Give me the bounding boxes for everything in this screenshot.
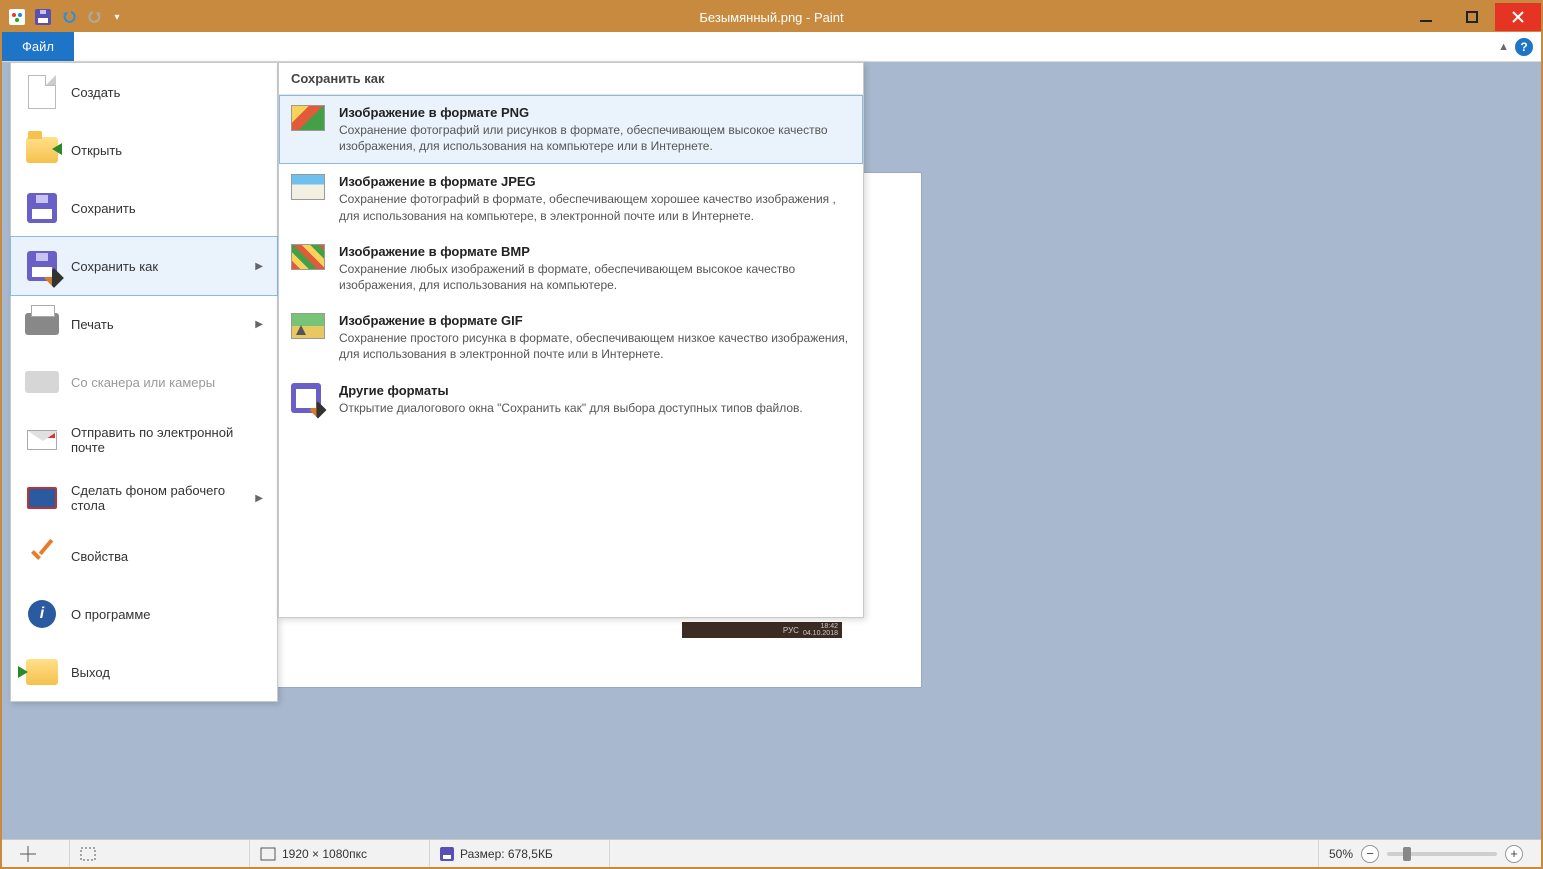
- saveas-option-jpeg[interactable]: Изображение в формате JPEG Сохранение фо…: [279, 164, 863, 233]
- menu-item-label: Сохранить как: [71, 259, 158, 274]
- menu-item-create[interactable]: Создать: [11, 63, 277, 121]
- ribbon-tab-row: Файл ▲ ?: [2, 32, 1541, 62]
- zoom-controls: 50% − +: [1319, 845, 1533, 863]
- other-formats-icon: [291, 383, 321, 413]
- save-as-submenu: Сохранить как Изображение в формате PNG …: [278, 62, 864, 618]
- saveas-option-other[interactable]: Другие форматы Открытие диалогового окна…: [279, 373, 863, 427]
- saveas-option-bmp[interactable]: Изображение в формате BMP Сохранение люб…: [279, 234, 863, 303]
- title-bar: ▾ Безымянный.png - Paint: [2, 2, 1541, 32]
- tray-time: 18:42: [803, 623, 838, 630]
- menu-item-label: О программе: [71, 607, 151, 622]
- menu-item-scanner: Со сканера или камеры: [11, 353, 277, 411]
- help-icon[interactable]: ?: [1515, 38, 1533, 56]
- submenu-arrow-icon: ▶: [255, 319, 263, 330]
- menu-item-label: Открыть: [71, 143, 122, 158]
- menu-item-save-as[interactable]: Сохранить как ▶: [10, 236, 278, 296]
- tray-lang: РУС: [783, 626, 799, 635]
- quick-access-toolbar: ▾: [2, 6, 124, 28]
- filesize-text: Размер: 678,5КБ: [460, 847, 553, 861]
- dimensions-cell: 1920 × 1080пкс: [250, 840, 430, 867]
- info-icon: i: [28, 600, 56, 628]
- window-title: Безымянный.png - Paint: [2, 10, 1541, 25]
- menu-item-open[interactable]: Открыть: [11, 121, 277, 179]
- menu-item-desktop-bg[interactable]: Сделать фоном рабочего стола ▶: [11, 469, 277, 527]
- option-title: Изображение в формате JPEG: [339, 174, 851, 189]
- option-title: Другие форматы: [339, 383, 851, 398]
- jpeg-thumb-icon: [291, 174, 325, 200]
- qat-undo-icon[interactable]: [58, 6, 80, 28]
- zoom-percent: 50%: [1329, 847, 1353, 861]
- save-floppy-icon: [27, 193, 57, 223]
- menu-item-label: Печать: [71, 317, 114, 332]
- status-bar: 1920 × 1080пкс Размер: 678,5КБ 50% − +: [2, 839, 1541, 867]
- saveas-option-png[interactable]: Изображение в формате PNG Сохранение фот…: [279, 95, 863, 164]
- menu-item-exit[interactable]: Выход: [11, 643, 277, 701]
- window-controls: [1403, 3, 1541, 31]
- collapse-ribbon-icon[interactable]: ▲: [1498, 41, 1509, 53]
- menu-item-label: Создать: [71, 85, 120, 100]
- option-title: Изображение в формате PNG: [339, 105, 851, 120]
- zoom-in-button[interactable]: +: [1505, 845, 1523, 863]
- menu-item-save[interactable]: Сохранить: [11, 179, 277, 237]
- check-icon: [27, 541, 57, 571]
- exit-icon: [26, 659, 58, 685]
- file-menu: Создать Открыть Сохранить Сохранить как …: [10, 62, 278, 702]
- email-icon: [27, 430, 57, 450]
- statusbar-spacer: [610, 840, 1319, 867]
- printer-icon: [25, 313, 59, 335]
- option-desc: Сохранение фотографий в формате, обеспеч…: [339, 191, 851, 223]
- option-title: Изображение в формате BMP: [339, 244, 851, 259]
- menu-item-label: Свойства: [71, 549, 128, 564]
- dimensions-icon: [260, 847, 276, 861]
- png-thumb-icon: [291, 105, 325, 131]
- qat-save-icon[interactable]: [32, 6, 54, 28]
- submenu-arrow-icon: ▶: [255, 493, 263, 504]
- submenu-arrow-icon: ▶: [255, 261, 263, 272]
- zoom-out-button[interactable]: −: [1361, 845, 1379, 863]
- option-desc: Сохранение простого рисунка в формате, о…: [339, 330, 851, 362]
- qat-redo-icon[interactable]: [84, 6, 106, 28]
- menu-item-label: Выход: [71, 665, 110, 680]
- maximize-button[interactable]: [1449, 3, 1495, 31]
- menu-item-label: Сохранить: [71, 201, 136, 216]
- scanner-icon: [25, 371, 59, 393]
- gif-thumb-icon: [291, 313, 325, 339]
- file-tab[interactable]: Файл: [2, 32, 74, 61]
- menu-item-email[interactable]: Отправить по электронной почте: [11, 411, 277, 469]
- submenu-header: Сохранить как: [279, 63, 863, 95]
- menu-item-about[interactable]: i О программе: [11, 585, 277, 643]
- menu-item-print[interactable]: Печать ▶: [11, 295, 277, 353]
- saveas-option-gif[interactable]: Изображение в формате GIF Сохранение про…: [279, 303, 863, 372]
- cursor-pos-cell: [10, 840, 70, 867]
- filesize-cell: Размер: 678,5КБ: [430, 840, 610, 867]
- paint-window: ▾ Безымянный.png - Paint Файл ▲ ? РУС: [0, 0, 1543, 869]
- open-folder-icon: [26, 137, 58, 163]
- floppy-icon: [440, 847, 454, 861]
- option-desc: Открытие диалогового окна "Сохранить как…: [339, 400, 851, 416]
- bmp-thumb-icon: [291, 244, 325, 270]
- menu-item-label: Сделать фоном рабочего стола: [71, 483, 243, 513]
- menu-item-properties[interactable]: Свойства: [11, 527, 277, 585]
- option-desc: Сохранение любых изображений в формате, …: [339, 261, 851, 293]
- crosshair-icon: [20, 846, 36, 862]
- embedded-taskbar-thumbnail: РУС 18:42 04.10.2018: [682, 622, 842, 638]
- selection-icon: [80, 847, 96, 861]
- menu-item-label: Отправить по электронной почте: [71, 425, 263, 455]
- minimize-button[interactable]: [1403, 3, 1449, 31]
- tray-date: 04.10.2018: [803, 630, 838, 637]
- new-file-icon: [28, 75, 56, 109]
- zoom-slider[interactable]: [1387, 852, 1497, 856]
- menu-item-label: Со сканера или камеры: [71, 375, 215, 390]
- selection-cell: [70, 840, 250, 867]
- option-desc: Сохранение фотографий или рисунков в фор…: [339, 122, 851, 154]
- option-title: Изображение в формате GIF: [339, 313, 851, 328]
- save-as-floppy-icon: [27, 251, 57, 281]
- close-button[interactable]: [1495, 3, 1541, 31]
- dimensions-text: 1920 × 1080пкс: [282, 847, 367, 861]
- qat-customize-icon[interactable]: ▾: [110, 6, 124, 28]
- desktop-icon: [27, 487, 57, 509]
- app-icon[interactable]: [6, 6, 28, 28]
